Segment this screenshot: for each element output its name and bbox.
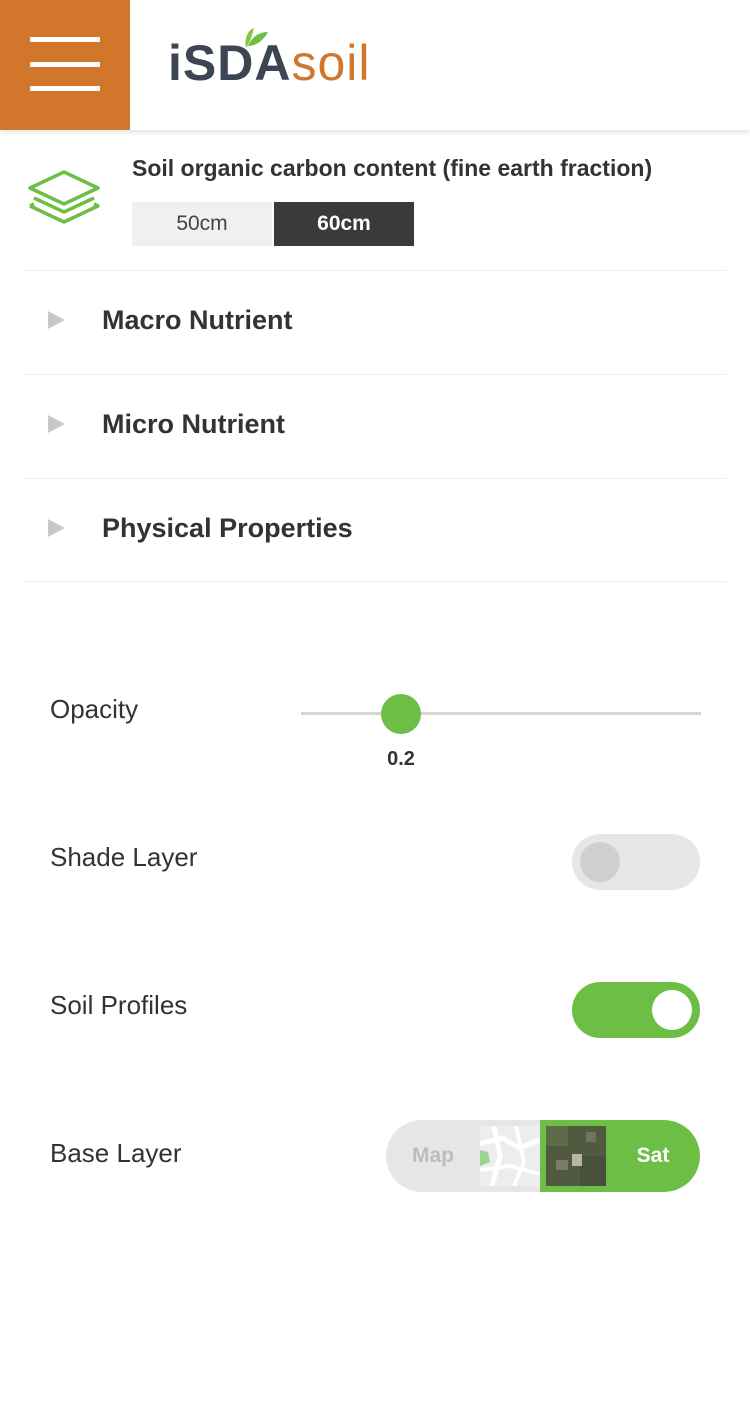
hamburger-menu-button[interactable] <box>0 0 130 130</box>
accordion-macro-nutrient[interactable]: Macro Nutrient <box>24 270 726 375</box>
base-layer-map-option[interactable]: Map <box>386 1120 480 1192</box>
accordion-label: Micro Nutrient <box>102 409 286 439</box>
base-layer-label: Base Layer <box>50 1138 182 1168</box>
accordion-label: Physical Properties <box>102 513 353 543</box>
app-header: iSDAsoil <box>0 0 750 130</box>
depth-60cm-button[interactable]: 60cm <box>274 202 414 246</box>
logo-text-soil: soil <box>291 35 371 91</box>
soil-profiles-label: Soil Profiles <box>50 990 188 1020</box>
map-thumbnail-icon <box>480 1126 540 1186</box>
base-layer-switch[interactable]: Map Sat <box>386 1120 700 1192</box>
shade-layer-label: Shade Layer <box>50 842 198 872</box>
accordion-label: Macro Nutrient <box>102 305 293 335</box>
logo-text-isda: iSDA <box>168 35 292 91</box>
caret-right-icon <box>48 311 65 329</box>
opacity-slider-thumb[interactable] <box>381 694 421 734</box>
soil-profiles-toggle[interactable] <box>572 982 700 1038</box>
layer-title: Soil organic carbon content (fine earth … <box>132 155 653 181</box>
toggle-knob <box>580 842 620 882</box>
opacity-slider-track[interactable] <box>301 712 701 715</box>
divider <box>24 581 726 582</box>
depth-50cm-button[interactable]: 50cm <box>132 202 272 246</box>
satellite-thumbnail-icon <box>546 1126 606 1186</box>
accordion-physical-properties[interactable]: Physical Properties <box>24 478 726 583</box>
opacity-label: Opacity <box>50 694 139 724</box>
leaf-icon <box>245 28 268 48</box>
layers-icon <box>28 170 100 224</box>
caret-right-icon <box>48 519 65 537</box>
shade-layer-toggle[interactable] <box>572 834 700 890</box>
isda-soil-logo[interactable]: iSDAsoil <box>168 28 398 98</box>
base-layer-sat-option[interactable]: Sat <box>606 1120 700 1192</box>
caret-right-icon <box>48 415 65 433</box>
accordion-micro-nutrient[interactable]: Micro Nutrient <box>24 374 726 479</box>
opacity-value: 0.2 <box>387 748 415 770</box>
toggle-knob <box>652 990 692 1030</box>
